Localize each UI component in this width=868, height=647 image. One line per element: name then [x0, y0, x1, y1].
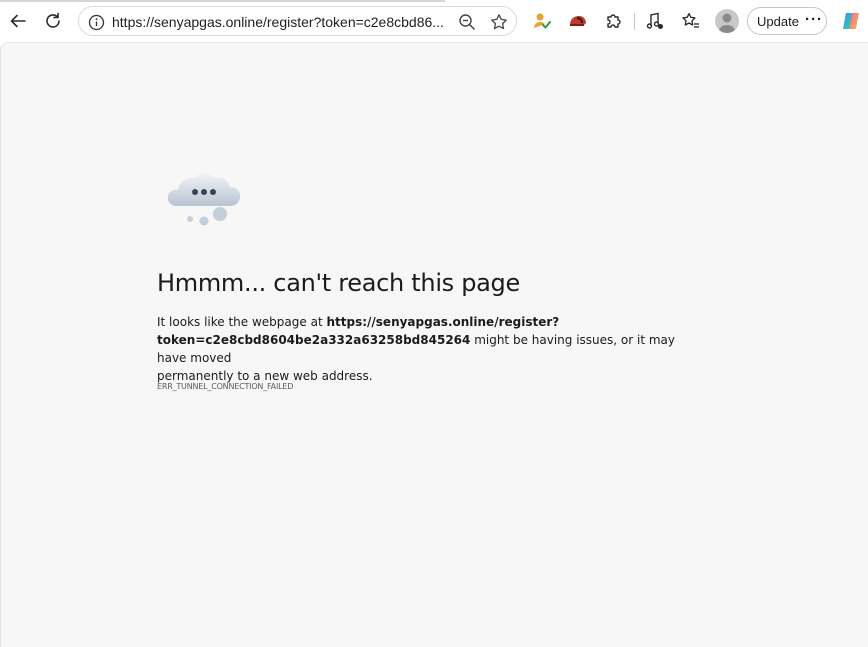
- helmet-extension-icon[interactable]: [563, 6, 593, 36]
- star-icon[interactable]: [487, 10, 511, 34]
- tab-strip-edge: [0, 0, 445, 2]
- update-button[interactable]: Update ···: [747, 7, 827, 35]
- message-url-part1: https://senyapgas.online/register?: [326, 315, 560, 329]
- message-prefix: It looks like the webpage at: [157, 315, 327, 329]
- cloud-error-icon: [165, 168, 245, 228]
- copilot-icon[interactable]: [836, 6, 866, 36]
- avatar[interactable]: [715, 9, 739, 33]
- music-note-icon[interactable]: [640, 6, 670, 36]
- update-label: Update: [757, 14, 799, 29]
- puzzle-icon[interactable]: [599, 6, 629, 36]
- url-text[interactable]: https://senyapgas.online/register?token=…: [112, 14, 452, 30]
- browser-toolbar: https://senyapgas.online/register?token=…: [0, 0, 868, 42]
- more-menu-icon[interactable]: ···: [805, 11, 823, 28]
- error-message: It looks like the webpage at https://sen…: [157, 313, 697, 385]
- message-url-part2: token=c2e8cbd8604be2a332a63258bd845264: [157, 333, 471, 347]
- back-arrow-icon[interactable]: [3, 6, 33, 36]
- zoom-out-icon[interactable]: [455, 10, 479, 34]
- toolbar-divider: [634, 13, 635, 30]
- error-code: ERR_TUNNEL_CONNECTION_FAILED: [157, 382, 294, 391]
- info-icon[interactable]: [85, 11, 107, 33]
- person-check-extension-icon[interactable]: [527, 6, 557, 36]
- error-heading: Hmmm... can't reach this page: [157, 269, 520, 297]
- refresh-icon[interactable]: [38, 6, 68, 36]
- favorites-icon[interactable]: [676, 6, 706, 36]
- message-line3: permanently to a new web address.: [157, 369, 373, 383]
- address-bar[interactable]: https://senyapgas.online/register?token=…: [78, 6, 517, 36]
